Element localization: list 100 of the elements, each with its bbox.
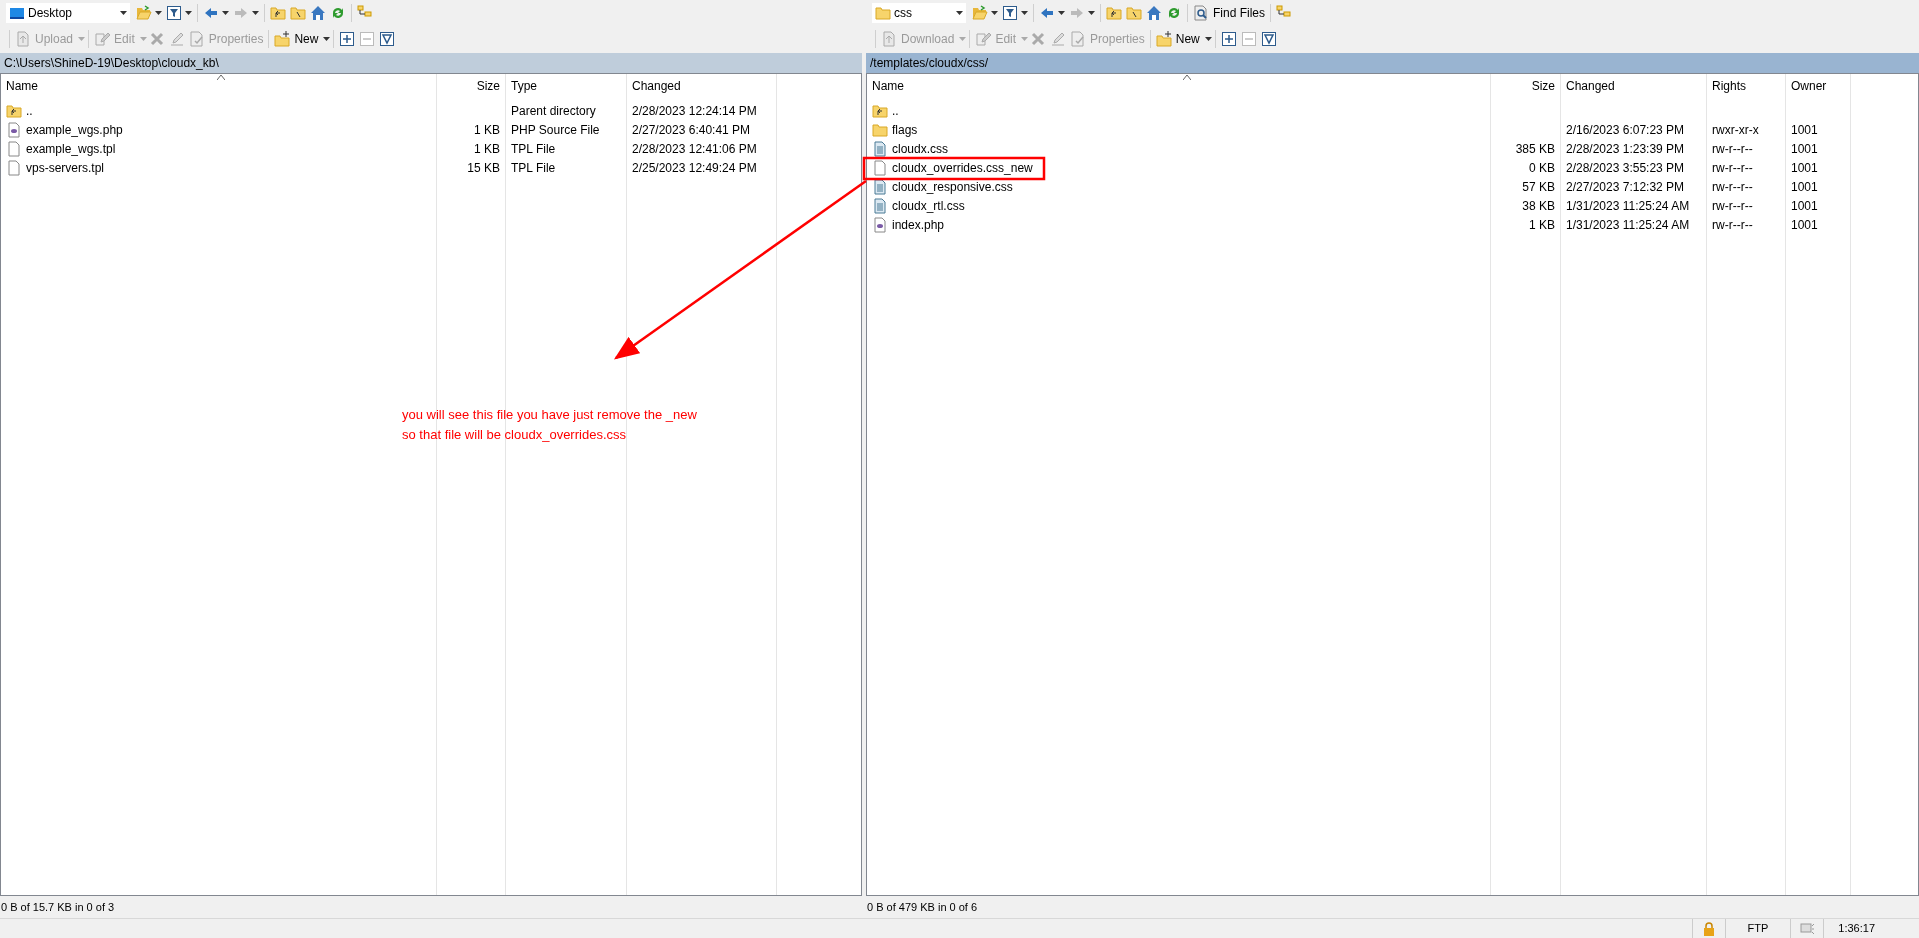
caret-icon[interactable] — [155, 11, 162, 15]
file-name[interactable]: cloudx_overrides.css_new — [892, 158, 1033, 177]
table-cell-text: rw-r--r-- — [1712, 178, 1753, 196]
column-header[interactable]: Name — [867, 74, 1490, 94]
file-name[interactable]: vps-servers.tpl — [26, 158, 105, 177]
parent-folder-icon[interactable] — [1106, 5, 1122, 21]
protocol-label: FTP — [1747, 921, 1769, 937]
location-label: Desktop — [28, 5, 73, 22]
caret-icon[interactable] — [1058, 11, 1065, 15]
table-cell-text: rw-r--r-- — [1712, 140, 1753, 158]
location-dropdown[interactable]: css — [872, 3, 966, 23]
caret-icon[interactable] — [1088, 11, 1095, 15]
file-name[interactable]: cloudx_responsive.css — [892, 177, 1013, 196]
folder-icon — [872, 121, 888, 138]
css-file-icon — [872, 197, 888, 214]
document-icon — [881, 31, 897, 47]
caret-icon[interactable] — [956, 11, 963, 15]
parent-folder-icon[interactable] — [270, 5, 286, 21]
column-header[interactable]: Type — [506, 74, 626, 94]
table-cell-text: 1001 — [1791, 197, 1818, 215]
parent-folder-icon — [6, 102, 22, 119]
new-folder-icon — [274, 31, 291, 47]
path-bar: C:\Users\ShineD-19\Desktop\cloudx_kb\ — [0, 53, 862, 73]
document-icon — [15, 31, 31, 47]
filter-icon[interactable] — [166, 5, 182, 21]
filter-icon[interactable] — [1260, 31, 1277, 47]
column-header[interactable]: Changed — [627, 74, 776, 94]
file-name[interactable]: example_wgs.php — [26, 120, 123, 139]
properties-icon — [1070, 31, 1087, 47]
annotation-text: so that file will be cloudx_overrides.css — [402, 426, 627, 444]
table-cell-text: rw-r--r-- — [1712, 159, 1753, 177]
find-files-icon — [1193, 5, 1209, 21]
php-file-icon — [872, 216, 888, 233]
toolbar-button[interactable]: New — [272, 29, 321, 49]
caret-icon[interactable] — [252, 11, 259, 15]
file-name[interactable]: .. — [892, 101, 899, 120]
column-header[interactable]: Size — [437, 74, 505, 94]
back-arrow-icon[interactable] — [203, 5, 219, 21]
refresh-icon[interactable] — [330, 5, 346, 21]
table-cell-text: 2/16/2023 6:07:23 PM — [1566, 121, 1685, 139]
new-folder-icon — [1155, 31, 1172, 47]
caret-icon[interactable] — [185, 11, 192, 15]
root-folder-icon[interactable] — [290, 5, 306, 21]
table-cell-text: 0 KB — [1529, 159, 1555, 177]
edit-icon — [94, 31, 111, 47]
table-cell-text: 2/28/2023 12:24:14 PM — [632, 102, 757, 120]
caret-icon[interactable] — [1021, 11, 1028, 15]
table-cell-text: 57 KB — [1522, 178, 1555, 196]
column-header[interactable]: Rights — [1707, 74, 1785, 94]
table-cell-text: 15 KB — [467, 159, 500, 177]
table-cell-text: 2/27/2023 7:12:32 PM — [1566, 178, 1685, 196]
table-cell-text: rw-r--r-- — [1712, 216, 1753, 234]
table-cell-text: 1 KB — [474, 121, 500, 139]
column-header[interactable]: Changed — [1561, 74, 1706, 94]
table-cell-text: 2/28/2023 12:41:06 PM — [632, 140, 757, 158]
find-files-button[interactable]: Find Files — [1191, 3, 1267, 23]
session-time: 1:36:17 — [1838, 921, 1875, 937]
caret-icon[interactable] — [1204, 37, 1212, 41]
table-cell-text: 385 KB — [1515, 140, 1555, 158]
table-cell-text: 1001 — [1791, 140, 1818, 158]
column-header[interactable]: Size — [1491, 74, 1560, 94]
file-name[interactable]: index.php — [892, 215, 945, 234]
table-cell-text: PHP Source File — [511, 121, 600, 139]
column-header[interactable]: Owner — [1786, 74, 1850, 94]
table-cell-text: 1 KB — [1529, 216, 1555, 234]
caret-icon[interactable] — [991, 11, 998, 15]
php-file-icon — [6, 121, 22, 138]
location-label: css — [894, 5, 912, 22]
caret-icon[interactable] — [120, 11, 127, 15]
sort-caret-icon[interactable] — [217, 75, 225, 80]
back-arrow-icon[interactable] — [1039, 5, 1055, 21]
parent-folder-icon — [872, 102, 888, 119]
panel-status: 0 B of 15.7 KB in 0 of 3 — [0, 899, 116, 915]
toolbar-button[interactable]: New — [1153, 29, 1202, 49]
refresh-icon[interactable] — [1166, 5, 1182, 21]
table-cell-text: 2/27/2023 6:40:41 PM — [632, 121, 751, 139]
root-folder-icon[interactable] — [1126, 5, 1142, 21]
file-name[interactable]: cloudx.css — [892, 139, 949, 158]
table-cell-text: 1 KB — [474, 140, 500, 158]
plus-icon[interactable] — [1220, 31, 1237, 47]
table-cell-text: 2/28/2023 3:55:23 PM — [1566, 159, 1685, 177]
sort-caret-icon[interactable] — [1183, 75, 1191, 80]
home-icon[interactable] — [310, 5, 326, 21]
table-cell-text: 1001 — [1791, 121, 1818, 139]
table-cell-text: 1/31/2023 11:25:24 AM — [1566, 216, 1690, 234]
table-cell-text: 1001 — [1791, 216, 1818, 234]
column-header[interactable]: Name — [1, 74, 436, 94]
file-name[interactable]: example_wgs.tpl — [26, 139, 116, 158]
home-icon[interactable] — [1146, 5, 1162, 21]
file-name[interactable]: flags — [892, 120, 918, 139]
file-name[interactable]: cloudx_rtl.css — [892, 196, 965, 215]
location-dropdown[interactable]: Desktop — [6, 3, 130, 23]
table-cell-text: 2/28/2023 1:23:39 PM — [1566, 140, 1685, 158]
filter-icon[interactable] — [379, 31, 396, 47]
filter-icon[interactable] — [1002, 5, 1018, 21]
plus-icon[interactable] — [339, 31, 356, 47]
file-name[interactable]: .. — [26, 101, 33, 120]
caret-icon[interactable] — [222, 11, 229, 15]
caret-icon[interactable] — [323, 37, 331, 41]
table-cell-text: rw-r--r-- — [1712, 197, 1753, 215]
